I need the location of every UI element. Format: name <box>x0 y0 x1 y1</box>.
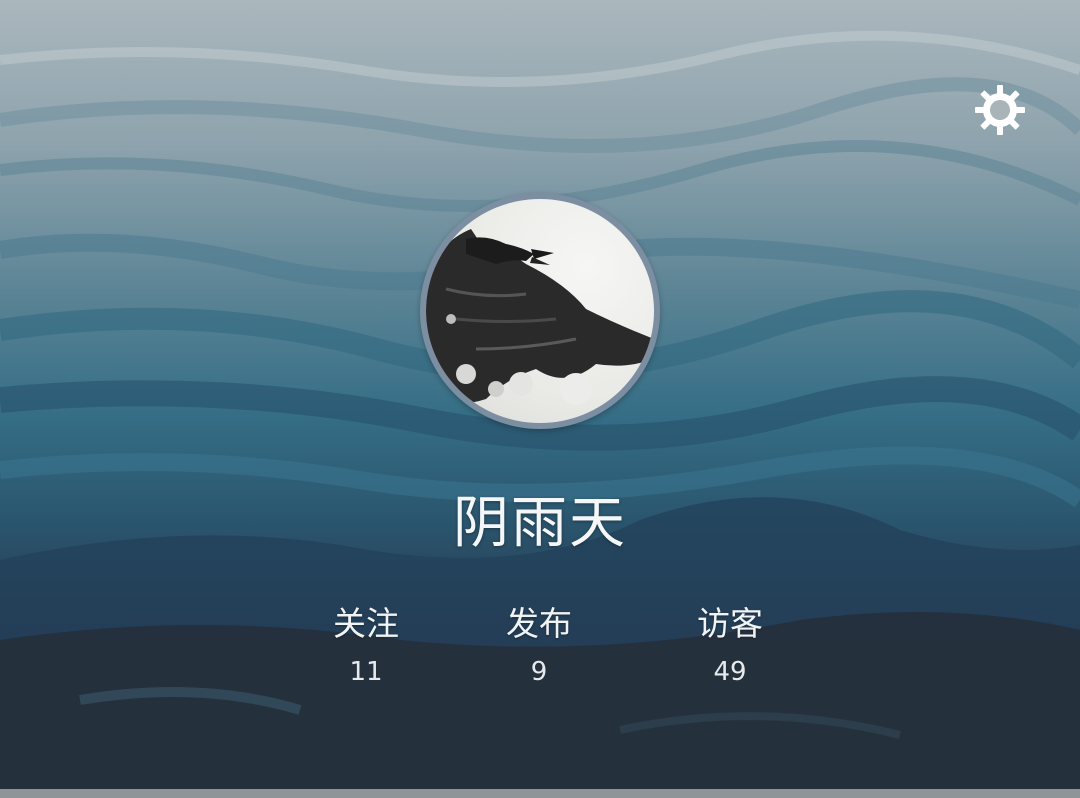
stat-following-value: 11 <box>349 657 383 687</box>
stat-posts-value: 9 <box>530 657 548 687</box>
avatar <box>426 199 654 423</box>
settings-button[interactable] <box>970 80 1030 140</box>
stat-visitors-label: 访客 <box>697 604 763 643</box>
crow-avatar <box>426 229 654 405</box>
profile-screen: 阴雨天 关注 11 发布 9 访客 49 <box>0 0 1080 798</box>
stat-posts[interactable]: 发布 9 <box>469 600 609 692</box>
bottom-divider <box>0 789 1080 798</box>
stat-posts-label: 发布 <box>506 604 572 643</box>
stat-following[interactable]: 关注 11 <box>296 600 436 692</box>
username: 阴雨天 <box>453 491 627 556</box>
stat-following-label: 关注 <box>333 604 399 643</box>
stat-visitors[interactable]: 访客 49 <box>660 600 800 692</box>
stat-visitors-value: 49 <box>713 657 747 687</box>
avatar-frame[interactable] <box>420 193 660 429</box>
gear-icon <box>975 85 1025 135</box>
